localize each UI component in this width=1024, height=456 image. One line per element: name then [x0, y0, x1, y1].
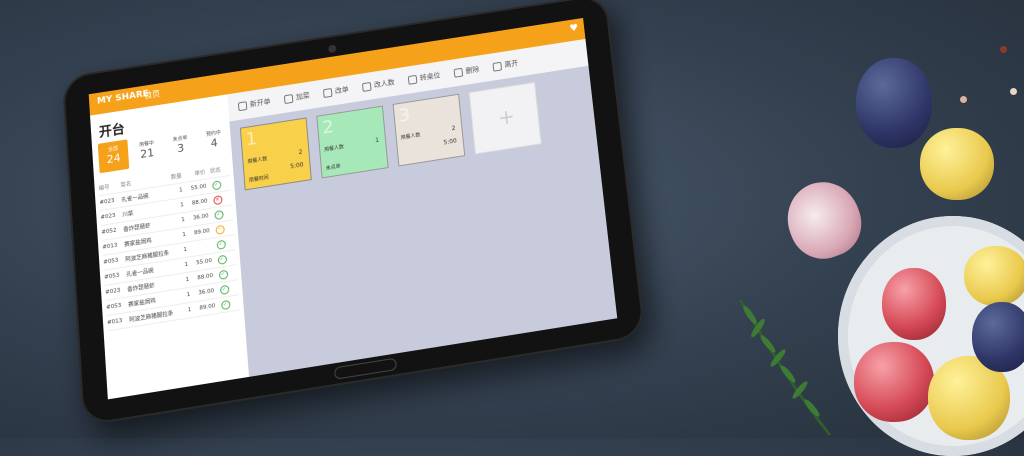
toolbar-modify-order[interactable]: 改单 [322, 84, 349, 98]
refresh-icon [407, 74, 418, 85]
check-icon: ✓ [215, 239, 226, 250]
purple-potato [972, 302, 1024, 372]
layers-icon [322, 87, 333, 98]
peppercorn [960, 96, 967, 103]
toolbar-add-dish[interactable]: 加菜 [283, 90, 310, 104]
nav-home[interactable]: 首页 [144, 88, 160, 101]
check-icon: ✓ [219, 284, 229, 295]
toolbar-change-people[interactable]: 改人数 [361, 77, 395, 92]
red-potato [882, 268, 946, 340]
garlic-bulb [777, 171, 871, 269]
toolbar-delete[interactable]: 删除 [453, 64, 480, 78]
peppercorn [1010, 88, 1017, 95]
yellow-potato [964, 246, 1024, 306]
purple-potato [856, 58, 932, 148]
list-icon [283, 93, 294, 104]
error-icon: × [212, 194, 223, 205]
rosemary-sprig [738, 299, 832, 436]
brand-logo: MY SHARE [96, 88, 150, 107]
stat-reserved[interactable]: 预约中 4 [198, 124, 230, 158]
check-icon: ✓ [217, 254, 227, 265]
toolbar-leave[interactable]: 离开 [492, 58, 519, 72]
toolbar-transfer-table[interactable]: 转桌位 [407, 70, 441, 85]
stat-all[interactable]: 全部 24 [97, 139, 130, 174]
order-table: 编号 菜名 数量 单价 状态 #023 孔雀一品碗 1 55.00 ✓ #023 川菜 1 88… [98, 161, 240, 332]
page-title: 开台 [98, 122, 126, 141]
check-icon: ✓ [211, 179, 222, 191]
close-icon [453, 67, 464, 78]
pending-icon: − [214, 224, 225, 235]
edit-icon [237, 100, 248, 111]
camera-icon [328, 44, 337, 54]
left-panel: 开台 全部 24 用餐中 21 未点单 3 预约中 4 编号 菜名 数量 单价 状态 #… [90, 94, 250, 400]
heart-icon[interactable]: ♥ [569, 23, 579, 35]
check-icon: ✓ [213, 209, 224, 220]
tablet-screen: MY SHARE 首页 ♥ 新开单 加菜 改单 改人数 转桌位 删除 离开 开台… [88, 17, 618, 400]
stat-unordered[interactable]: 未点单 3 [165, 129, 197, 163]
yellow-potato [920, 128, 994, 200]
table-card-1[interactable]: 1 用餐人数 2 5:00 用餐时间 [239, 117, 312, 191]
background-scene: MY SHARE 首页 ♥ 新开单 加菜 改单 改人数 转桌位 删除 离开 开台… [0, 0, 1024, 456]
exit-icon [492, 61, 503, 72]
toolbar-new-order[interactable]: 新开单 [237, 97, 271, 112]
red-potato [854, 342, 934, 422]
plus-icon: + [496, 103, 516, 130]
tablet-device: MY SHARE 首页 ♥ 新开单 加菜 改单 改人数 转桌位 删除 离开 开台… [61, 0, 646, 427]
table-card-3[interactable]: 3 用餐人数 2 5:00 [392, 93, 466, 167]
stat-dining[interactable]: 用餐中 21 [131, 134, 163, 168]
peppercorn [1000, 46, 1007, 53]
add-table-button[interactable]: + [468, 81, 542, 155]
table-card-2[interactable]: 2 用餐人数 1 未点单 [316, 105, 389, 179]
check-icon: ✓ [218, 269, 228, 280]
user-icon [361, 81, 372, 92]
check-icon: ✓ [220, 299, 231, 310]
